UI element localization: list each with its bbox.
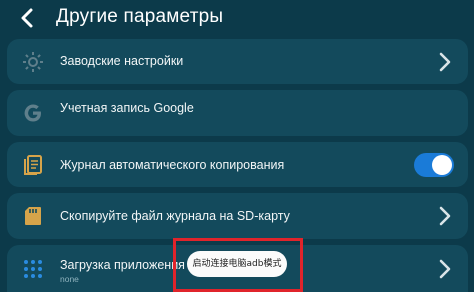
page-title: Другие параметры bbox=[56, 6, 224, 27]
chevron-right-icon bbox=[439, 259, 451, 278]
chevron-right-icon bbox=[439, 52, 451, 71]
auto-copy-log-toggle[interactable] bbox=[414, 152, 454, 177]
back-arrow-icon[interactable] bbox=[14, 4, 42, 32]
row-label: Заводские настройки bbox=[60, 54, 184, 68]
google-account-row[interactable]: Учетная запись Google bbox=[7, 90, 468, 136]
copy-log-to-sd-row[interactable]: Скопируйте файл журнала на SD-карту bbox=[7, 193, 468, 239]
google-icon bbox=[24, 104, 41, 122]
toast-message: 启动连接电脑adb模式 bbox=[187, 251, 287, 277]
factory-settings-row[interactable]: Заводские настройки bbox=[7, 39, 468, 84]
row-sublabel: none bbox=[60, 274, 79, 284]
auto-copy-log-row[interactable]: Журнал автоматического копирования bbox=[7, 142, 468, 187]
gear-icon bbox=[23, 51, 43, 72]
row-label: Скопируйте файл журнала на SD-карту bbox=[60, 209, 290, 223]
row-label: Учетная запись Google bbox=[60, 101, 194, 115]
top-bar: Другие параметры bbox=[0, 0, 474, 36]
sd-card-icon bbox=[25, 207, 41, 225]
apps-grid-icon bbox=[24, 259, 42, 278]
row-label: Загрузка приложения bbox=[60, 258, 185, 272]
row-label: Журнал автоматического копирования bbox=[60, 158, 285, 172]
toggle-knob bbox=[432, 154, 452, 175]
document-icon bbox=[24, 154, 42, 175]
chevron-right-icon bbox=[439, 206, 451, 226]
